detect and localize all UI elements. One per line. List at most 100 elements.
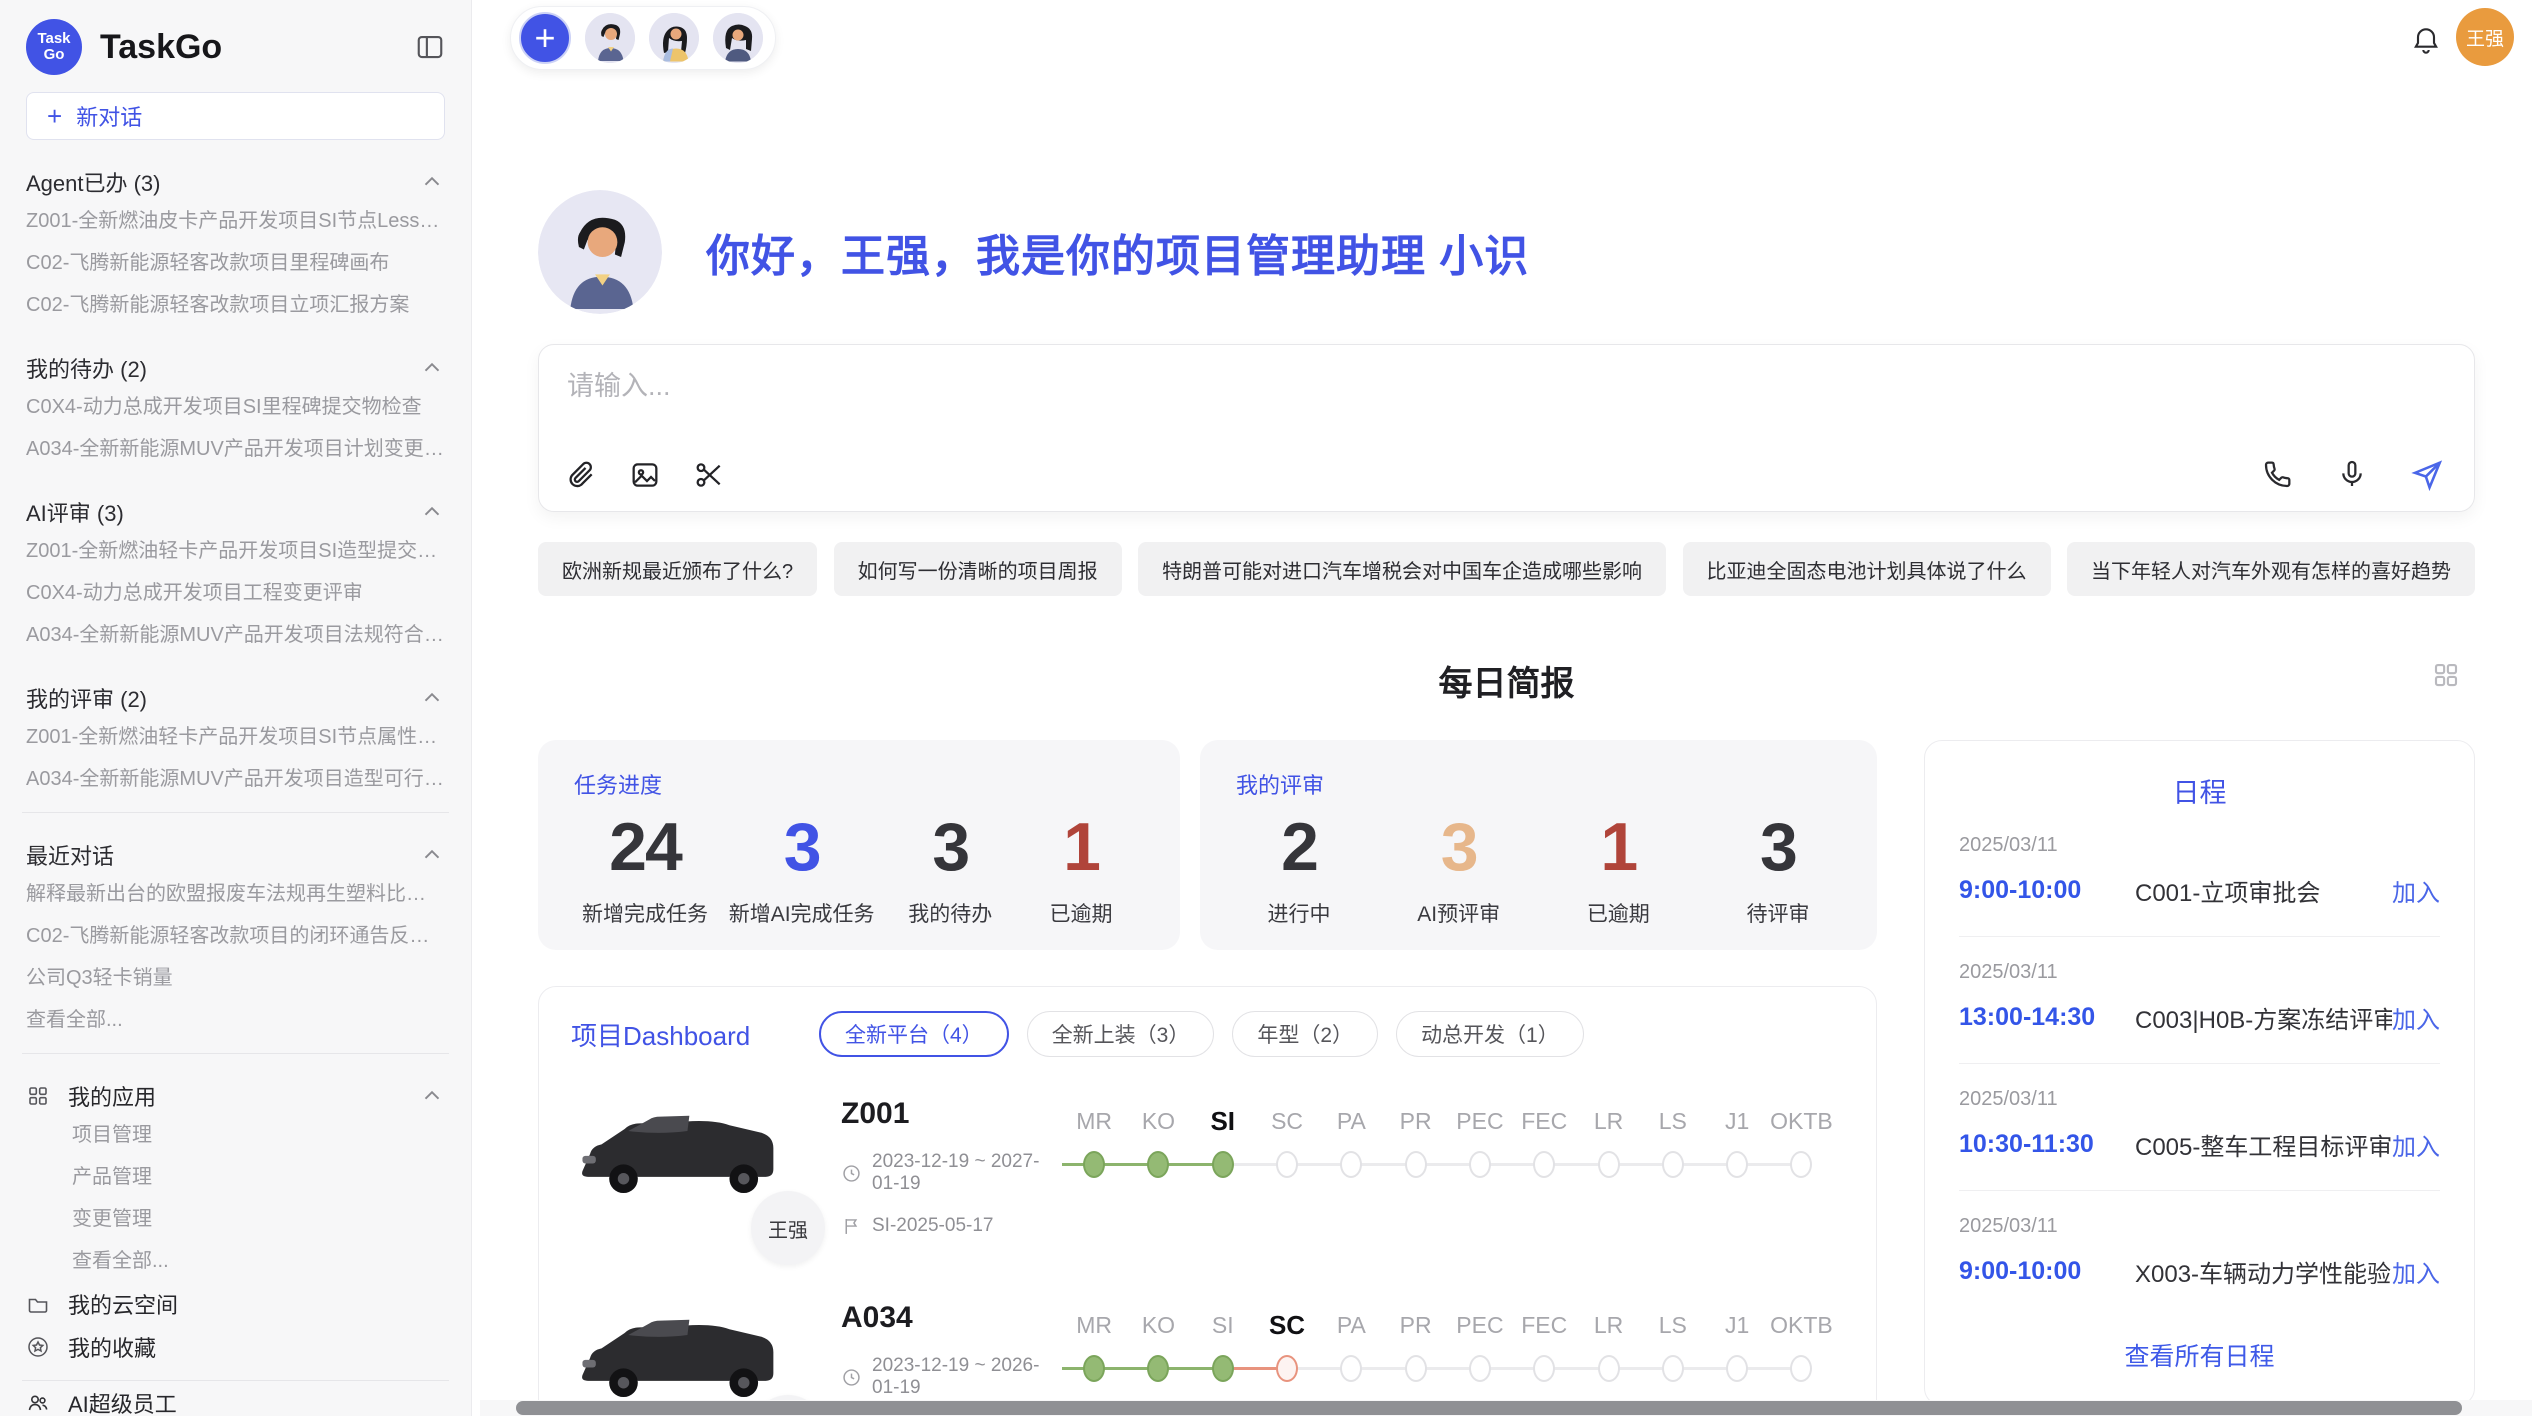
chat-input[interactable] [567, 371, 1882, 402]
phone-call-icon[interactable] [2262, 458, 2294, 490]
join-meeting-link[interactable]: 加入 [2392, 1127, 2440, 1162]
suggestion-chip[interactable]: 特朗普可能对进口汽车增税会对中国车企造成哪些影响 [1138, 542, 1666, 596]
sidebar-link-label: 我的云空间 [68, 1288, 178, 1320]
layout-grid-icon[interactable] [2431, 660, 2461, 690]
agent-avatar-2[interactable] [649, 13, 699, 63]
chevron-up-icon[interactable] [419, 1083, 445, 1109]
milestone-dot [1662, 1355, 1684, 1382]
milestone-column: SC [1255, 1099, 1319, 1143]
suggestion-chip[interactable]: 比亚迪全固态电池计划具体说了什么 [1683, 542, 2051, 596]
sidebar-task-item[interactable]: Z001-全新燃油轻卡产品开发项目SI造型提交物评审 [26, 530, 445, 572]
chevron-up-icon[interactable] [419, 169, 445, 195]
join-meeting-link[interactable]: 加入 [2392, 1000, 2440, 1035]
sidebar-task-item[interactable]: A034-全新新能源MUV产品开发项目计划变更表编写 [26, 428, 445, 470]
recent-conversations-header[interactable]: 最近对话 [26, 837, 445, 873]
schedule-date: 2025/03/11 [1959, 1215, 2440, 1238]
milestone-column: SI [1191, 1099, 1255, 1143]
sidebar-task-item[interactable]: Z001-全新燃油轻卡产品开发项目SI节点属性5D文件评审 [26, 716, 445, 758]
schedule-date: 2025/03/11 [1959, 1088, 2440, 1111]
microphone-icon[interactable] [2336, 458, 2368, 490]
milestone-label: KO [1126, 1099, 1190, 1143]
paperclip-icon[interactable] [565, 459, 597, 491]
suggestion-chips: 欧洲新规最近颁布了什么? 如何写一份清晰的项目周报特朗普可能对进口汽车增税会对中国… [538, 542, 2475, 596]
milestone-dot-cell [1062, 1143, 1126, 1187]
milestone-column [1126, 1143, 1190, 1187]
milestone-label: LS [1641, 1303, 1705, 1347]
my-apps-item[interactable]: 变更管理 [26, 1198, 445, 1240]
sidebar-section-header[interactable]: Agent已办 (3) [26, 164, 445, 200]
image-upload-icon[interactable] [629, 459, 661, 491]
daily-briefing-header: 每日简报 [538, 656, 2475, 700]
stat-label: 我的待办 [895, 898, 1005, 928]
milestone-column [1319, 1143, 1383, 1187]
schedule-card: 日程 2025/03/119:00-10:00C001-立项审批会加入2025/… [1924, 740, 2475, 1406]
chevron-up-icon[interactable] [419, 842, 445, 868]
milestone-dot [1598, 1355, 1620, 1382]
milestone-label: KO [1126, 1303, 1190, 1347]
sidebar-section-title: 我的待办 (2) [26, 352, 147, 384]
send-icon[interactable] [2410, 457, 2444, 491]
plus-icon: + [47, 101, 62, 132]
agent-avatar-1[interactable] [585, 13, 635, 63]
scissors-icon[interactable] [693, 459, 725, 491]
sidebar-section-header[interactable]: AI评审 (3) [26, 494, 445, 530]
chevron-up-icon[interactable] [419, 355, 445, 381]
recent-conversation-item[interactable]: 解释最新出台的欧盟报废车法规再生塑料比例被调至15%... [26, 873, 445, 915]
sidebar-task-item[interactable]: A034-全新新能源MUV产品开发项目法规符合性评审 [26, 614, 445, 656]
sidebar-section-header[interactable]: 我的待办 (2) [26, 350, 445, 386]
milestone-label: LS [1641, 1099, 1705, 1143]
schedule-meeting-name: C005-整车工程目标评审 [2135, 1127, 2392, 1162]
view-all-conversations-link[interactable]: 查看全部... [26, 999, 445, 1041]
greeting-block: 你好，王强，我是你的项目管理助理 小识 [538, 190, 2475, 314]
my-apps-item[interactable]: 查看全部... [26, 1240, 445, 1282]
milestone-column [1126, 1347, 1190, 1391]
collapse-sidebar-icon[interactable] [415, 32, 445, 62]
milestone-dot [1790, 1151, 1812, 1178]
sidebar-section-title: Agent已办 (3) [26, 166, 161, 198]
sidebar: Task Go TaskGo + 新对话 Agent已办 (3)Z001-全新燃… [0, 0, 472, 1416]
sidebar-link-cloud[interactable]: 我的云空间 [26, 1282, 445, 1325]
dashboard-tab[interactable]: 动总开发（1） [1396, 1011, 1584, 1057]
recent-conversation-item[interactable]: C02-飞腾新能源轻客改款项目的闭环通告反馈情况 [26, 915, 445, 957]
divider [22, 1053, 449, 1054]
sidebar-task-item[interactable]: C02-飞腾新能源轻客改款项目立项汇报方案 [26, 284, 445, 326]
stat-value: 3 [729, 808, 875, 886]
suggestion-chip[interactable]: 如何写一份清晰的项目周报 [834, 542, 1122, 596]
sidebar-link-star[interactable]: 我的收藏 [26, 1325, 445, 1368]
sidebar-section-header[interactable]: 我的评审 (2) [26, 680, 445, 716]
my-apps-item[interactable]: 产品管理 [26, 1156, 445, 1198]
sidebar-task-item[interactable]: A034-全新新能源MUV产品开发项目造型可行性评审 [26, 758, 445, 800]
dashboard-tab[interactable]: 全新平台（4） [819, 1011, 1009, 1057]
suggestion-chip[interactable]: 欧洲新规最近颁布了什么? [538, 542, 817, 596]
schedule-time: 9:00-10:00 [1959, 876, 2135, 905]
sidebar-task-item[interactable]: Z001-全新燃油皮卡产品开发项目SI节点Lesson Learn报告 [26, 200, 445, 242]
my-apps-header[interactable]: 我的应用 [26, 1078, 445, 1114]
add-agent-button[interactable]: + [519, 12, 571, 64]
recent-conversation-item[interactable]: 公司Q3轻卡销量 [26, 957, 445, 999]
chevron-up-icon[interactable] [419, 685, 445, 711]
milestone-dot-cell [1126, 1347, 1190, 1391]
chevron-up-icon[interactable] [419, 499, 445, 525]
agent-avatar-3[interactable] [713, 13, 763, 63]
dashboard-tab[interactable]: 全新上装（3） [1027, 1011, 1215, 1057]
sidebar-tool-people[interactable]: AI超级员工 [26, 1381, 445, 1416]
new-chat-button[interactable]: + 新对话 [26, 92, 445, 140]
sidebar-task-item[interactable]: C02-飞腾新能源轻客改款项目里程碑画布 [26, 242, 445, 284]
dashboard-tab[interactable]: 年型（2） [1232, 1011, 1378, 1057]
milestone-column: KO [1126, 1099, 1190, 1143]
join-meeting-link[interactable]: 加入 [2392, 873, 2440, 908]
my-apps-item[interactable]: 项目管理 [26, 1114, 445, 1156]
sidebar-task-item[interactable]: C0X4-动力总成开发项目SI里程碑提交物检查 [26, 386, 445, 428]
milestone-label: SC [1255, 1099, 1319, 1143]
join-meeting-link[interactable]: 加入 [2392, 1254, 2440, 1289]
milestone-column: LS [1641, 1303, 1705, 1347]
milestone-label: SC [1255, 1303, 1319, 1347]
horizontal-scrollbar-thumb[interactable] [516, 1401, 2462, 1415]
view-all-schedule-link[interactable]: 查看所有日程 [1959, 1317, 2440, 1395]
milestone-column: KO [1126, 1303, 1190, 1347]
sidebar-task-item[interactable]: C0X4-动力总成开发项目工程变更评审 [26, 572, 445, 614]
suggestion-chip[interactable]: 当下年轻人对汽车外观有怎样的喜好趋势 [2067, 542, 2475, 596]
milestone-dot-cell [1383, 1347, 1447, 1391]
milestone-column [1448, 1143, 1512, 1187]
stat-label: 已逾期 [1563, 898, 1673, 928]
